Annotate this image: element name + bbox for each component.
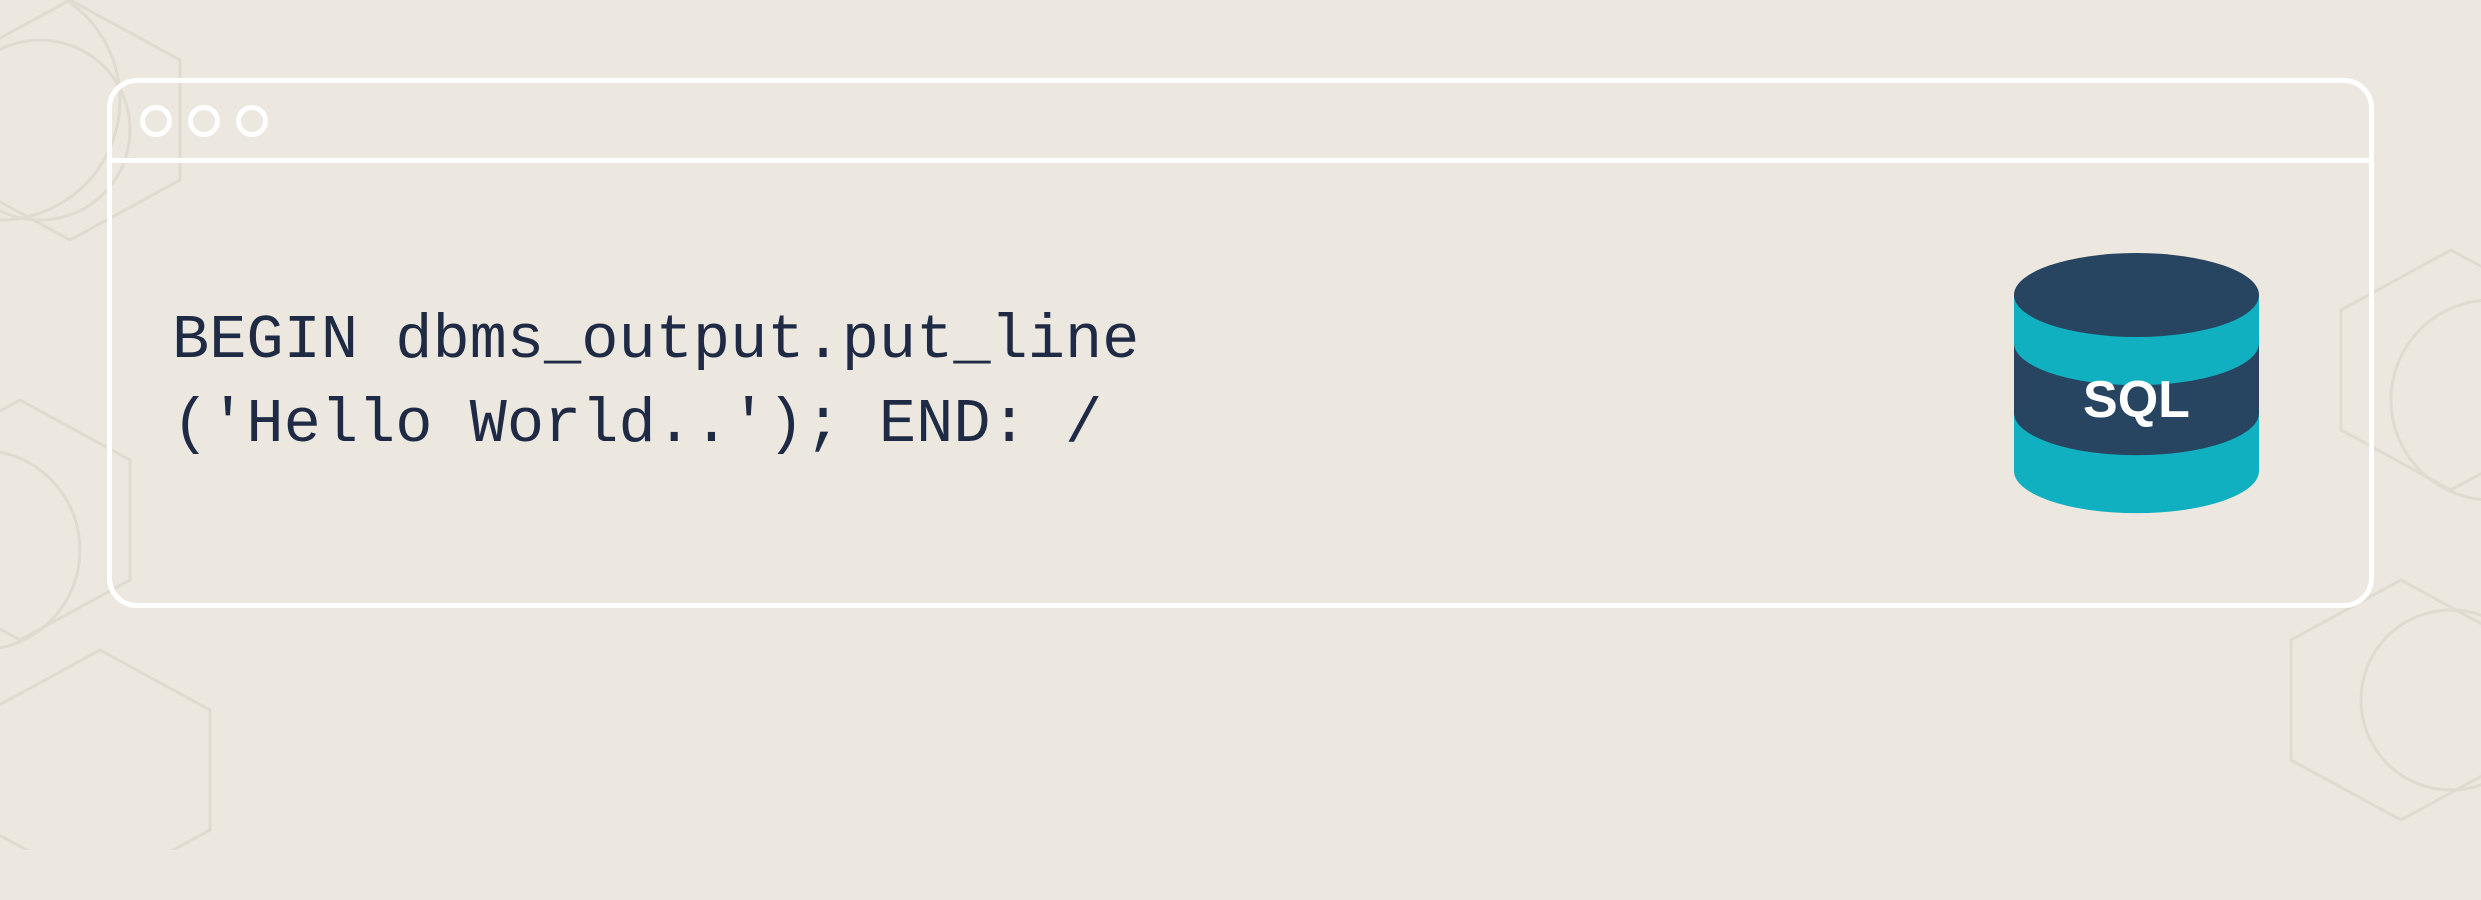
database-icon: SQL bbox=[2004, 243, 2269, 523]
window-control-dot bbox=[236, 105, 268, 137]
code-line-1: BEGIN dbms_output.put_line bbox=[172, 299, 1139, 383]
code-block: BEGIN dbms_output.put_line ('Hello World… bbox=[172, 299, 1139, 466]
code-line-2: ('Hello World..'); END: / bbox=[172, 383, 1139, 467]
window-control-dot bbox=[140, 105, 172, 137]
db-label: SQL bbox=[2083, 371, 2190, 429]
window-control-dot bbox=[188, 105, 220, 137]
terminal-window: BEGIN dbms_output.put_line ('Hello World… bbox=[107, 78, 2374, 608]
window-titlebar bbox=[112, 83, 2369, 163]
window-content: BEGIN dbms_output.put_line ('Hello World… bbox=[112, 163, 2369, 603]
